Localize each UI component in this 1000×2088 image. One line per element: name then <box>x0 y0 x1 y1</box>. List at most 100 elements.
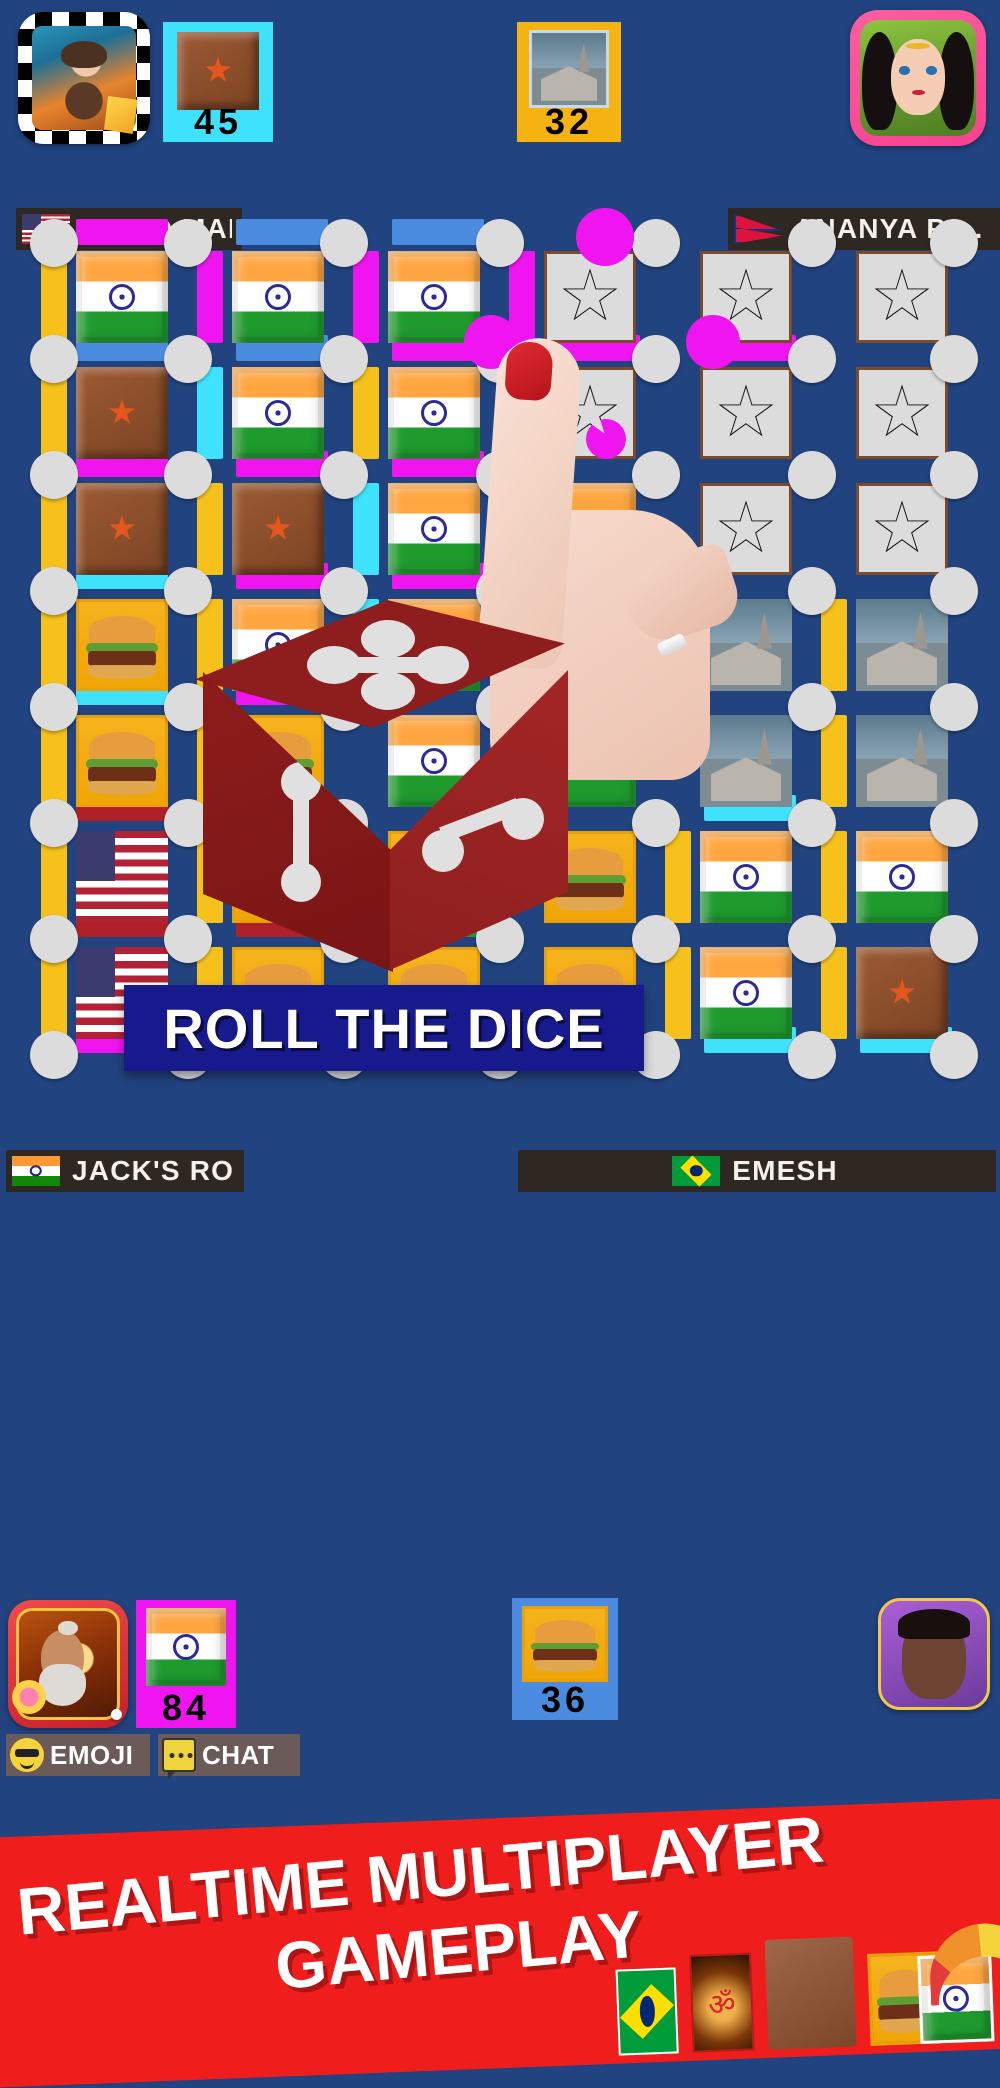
board-line[interactable] <box>353 367 379 459</box>
board-line[interactable] <box>353 483 379 575</box>
board-dot[interactable] <box>30 567 78 615</box>
board-dot[interactable] <box>30 219 78 267</box>
board-dot[interactable] <box>788 799 836 847</box>
banner-chocolate-icon <box>764 1936 857 2050</box>
board-dot[interactable] <box>320 335 368 383</box>
board-dot[interactable] <box>320 219 368 267</box>
board-cell[interactable] <box>232 367 324 459</box>
emoji-button-label: EMOJI <box>50 1739 134 1770</box>
board-cell[interactable] <box>232 251 324 343</box>
score-tile-top-left: 45 <box>163 22 273 142</box>
board-line[interactable] <box>821 947 847 1039</box>
board-dot[interactable] <box>164 335 212 383</box>
board-dot[interactable] <box>632 219 680 267</box>
player-name-bottom-right: EMESH <box>732 1155 838 1186</box>
avatar-david[interactable] <box>18 12 150 144</box>
board-line[interactable] <box>197 251 223 343</box>
board-cell[interactable] <box>856 715 948 807</box>
board-line[interactable] <box>821 831 847 923</box>
flag-br-icon <box>672 1156 721 1186</box>
board-cell[interactable] <box>856 483 948 575</box>
india-flag-tile-icon <box>146 1608 226 1686</box>
board-dot[interactable] <box>164 219 212 267</box>
banner-flag-br-icon <box>615 1967 679 2056</box>
board-dot[interactable] <box>30 799 78 847</box>
board-line[interactable] <box>236 219 328 245</box>
board-cell[interactable] <box>700 831 792 923</box>
burger-tile-icon <box>522 1606 608 1682</box>
board-dot[interactable] <box>788 567 836 615</box>
board-cell[interactable] <box>76 367 168 459</box>
badge-icon <box>104 96 138 134</box>
score-tile-bottom-left: 84 <box>136 1600 236 1728</box>
board-dot[interactable] <box>30 683 78 731</box>
score-tile-top-right: 32 <box>517 22 621 142</box>
roll-the-dice-button[interactable]: ROLL THE DICE <box>124 985 644 1071</box>
board-line[interactable] <box>821 715 847 807</box>
board-dot[interactable] <box>30 1031 78 1079</box>
board-line[interactable] <box>76 219 168 245</box>
board-dot[interactable] <box>788 683 836 731</box>
chat-button[interactable]: CHAT <box>158 1734 300 1779</box>
board-cell[interactable] <box>856 367 948 459</box>
score-value-bottom-left: 84 <box>161 1687 211 1728</box>
dice-right-face <box>390 670 568 970</box>
board-line[interactable] <box>665 831 691 923</box>
board-dot[interactable] <box>930 799 978 847</box>
smiley-sunglasses-icon <box>10 1738 44 1772</box>
board-dot[interactable] <box>164 451 212 499</box>
board-dot[interactable] <box>632 799 680 847</box>
board-dot[interactable] <box>788 451 836 499</box>
dice-3d[interactable] <box>185 600 575 1000</box>
board-cell[interactable] <box>856 599 948 691</box>
avatar-ananya[interactable] <box>850 10 986 146</box>
board-dot[interactable] <box>30 451 78 499</box>
board-cell[interactable] <box>700 947 792 1039</box>
avatar-jack[interactable] <box>8 1600 128 1728</box>
board-dot[interactable] <box>930 567 978 615</box>
player-token[interactable] <box>576 208 634 266</box>
game-screen: 45 32 DAVID MARS ANANYA PA.. <box>0 0 1000 2088</box>
nameplate-bottom-right: EMESH <box>518 1150 996 1192</box>
board-dot[interactable] <box>476 219 524 267</box>
board-dot[interactable] <box>930 915 978 963</box>
board-dot[interactable] <box>930 219 978 267</box>
board-line[interactable] <box>197 483 223 575</box>
board-dot[interactable] <box>930 451 978 499</box>
roll-button-label: ROLL THE DICE <box>163 996 605 1060</box>
chat-bubble-icon <box>162 1738 196 1779</box>
board-line[interactable] <box>665 947 691 1039</box>
board-cell[interactable] <box>232 483 324 575</box>
board-line[interactable] <box>197 367 223 459</box>
board-dot[interactable] <box>930 335 978 383</box>
board-line[interactable] <box>353 251 379 343</box>
heart-icon <box>12 1680 46 1714</box>
board-dot[interactable] <box>788 915 836 963</box>
board-cell[interactable] <box>76 483 168 575</box>
board-dot[interactable] <box>30 915 78 963</box>
banner-om-icon: ॐ <box>689 1952 755 2053</box>
board-dot[interactable] <box>632 915 680 963</box>
board-cell[interactable] <box>76 831 168 923</box>
board-line[interactable] <box>821 599 847 691</box>
board-dot[interactable] <box>930 1031 978 1079</box>
board-dot[interactable] <box>30 335 78 383</box>
avatar-emesh[interactable] <box>878 1598 990 1710</box>
board-cell[interactable] <box>76 251 168 343</box>
board-dot[interactable] <box>788 335 836 383</box>
board-cell[interactable] <box>856 831 948 923</box>
promo-banner: REALTIME MULTIPLAYER GAMEPLAY ॐ <box>0 1797 1000 2088</box>
board-cell[interactable] <box>856 947 948 1039</box>
flag-in-icon <box>12 1156 60 1186</box>
board-line[interactable] <box>392 219 484 245</box>
board-dot[interactable] <box>788 1031 836 1079</box>
player-name-bottom-left: JACK'S ROC.. <box>72 1155 234 1186</box>
board-dot[interactable] <box>320 451 368 499</box>
board-cell[interactable] <box>76 599 168 691</box>
board-dot[interactable] <box>788 219 836 267</box>
board-cell[interactable] <box>856 251 948 343</box>
board-dot[interactable] <box>930 683 978 731</box>
score-value-top-left: 45 <box>193 101 243 142</box>
board-cell[interactable] <box>76 715 168 807</box>
emoji-button[interactable]: EMOJI <box>6 1734 150 1776</box>
